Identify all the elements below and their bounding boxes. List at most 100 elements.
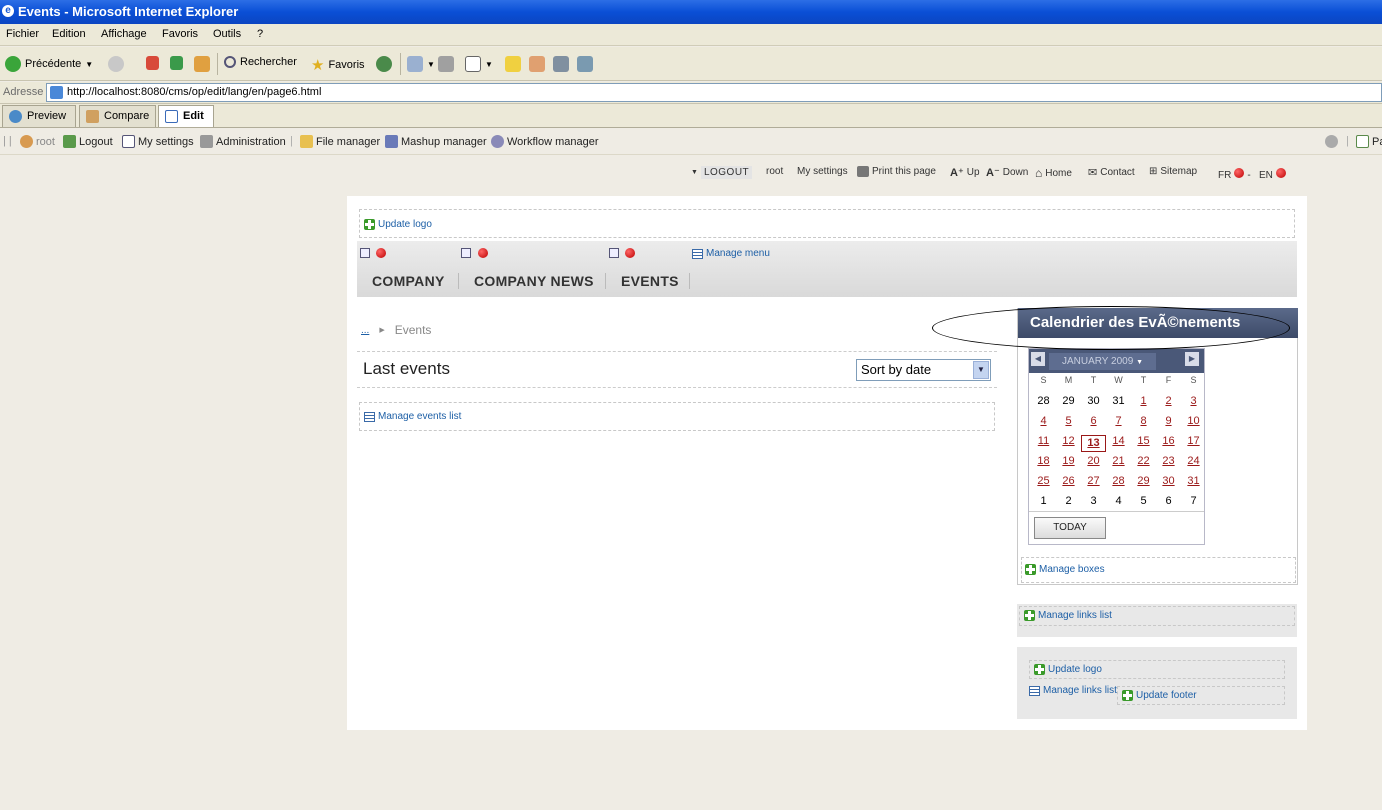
- edit-word-button[interactable]: ▼: [465, 56, 493, 72]
- calendar-day[interactable]: 26: [1056, 475, 1081, 487]
- calendar-day-today[interactable]: 13: [1081, 435, 1106, 452]
- calendar-day[interactable]: 17: [1181, 435, 1206, 447]
- nav-separator: [605, 273, 606, 289]
- calendar-day[interactable]: 5: [1056, 415, 1081, 427]
- next-month-button[interactable]: ▶: [1185, 352, 1199, 366]
- print-button[interactable]: [438, 56, 454, 72]
- update-footer-link[interactable]: Update footer: [1122, 690, 1197, 701]
- edit-icon[interactable]: [360, 248, 370, 258]
- admin-settings-link[interactable]: My settings: [122, 135, 194, 148]
- sort-select[interactable]: Sort by date ▼: [856, 359, 991, 381]
- site-settings-link[interactable]: My settings: [797, 166, 848, 177]
- menu-edition[interactable]: Edition: [52, 28, 86, 40]
- manage-boxes-link[interactable]: Manage boxes: [1025, 564, 1105, 575]
- toolbar-separator: [217, 53, 218, 75]
- admin-workflow-manager-link[interactable]: Workflow manager: [491, 135, 599, 148]
- manage-events-link[interactable]: Manage events list: [364, 411, 461, 422]
- refresh-button[interactable]: [170, 56, 183, 70]
- footer-update-logo-link[interactable]: Update logo: [1034, 664, 1102, 675]
- nav-company-news[interactable]: COMPANY NEWS: [474, 273, 594, 289]
- menu-affichage[interactable]: Affichage: [101, 28, 147, 40]
- month-select[interactable]: JANUARY 2009 ▼: [1049, 353, 1156, 370]
- stop-button[interactable]: [146, 56, 159, 70]
- calendar-day[interactable]: 11: [1031, 435, 1056, 447]
- menu-outils[interactable]: Outils: [213, 28, 241, 40]
- footer-manage-links-link[interactable]: Manage links list: [1029, 685, 1117, 696]
- menu-help[interactable]: ?: [257, 28, 263, 40]
- font-up-link[interactable]: A⁺ Up: [950, 166, 980, 179]
- home-link[interactable]: ⌂ Home: [1035, 166, 1072, 180]
- calendar-day[interactable]: 30: [1156, 475, 1181, 487]
- menu-favoris[interactable]: Favoris: [162, 28, 198, 40]
- home-button[interactable]: [194, 56, 210, 72]
- site-logout-link[interactable]: ▼ LOGOUT: [691, 166, 753, 179]
- edit-icon[interactable]: [609, 248, 619, 258]
- calendar-dow: T: [1090, 375, 1097, 385]
- calendar-day[interactable]: 6: [1081, 415, 1106, 427]
- calendar-day: 4: [1115, 495, 1122, 507]
- calendar-day[interactable]: 2: [1156, 395, 1181, 407]
- research-button[interactable]: [553, 56, 569, 72]
- history-button[interactable]: [376, 56, 392, 72]
- forward-button[interactable]: [108, 56, 124, 72]
- breadcrumb-root-link[interactable]: ...: [361, 325, 369, 336]
- menu-fichier[interactable]: Fichier: [6, 28, 39, 40]
- extra-button[interactable]: [577, 56, 593, 72]
- logo-area: Update logo: [359, 209, 1295, 238]
- admin-administration-link[interactable]: Administration: [200, 135, 286, 148]
- calendar-day[interactable]: 20: [1081, 455, 1106, 467]
- notes-button[interactable]: [505, 56, 521, 72]
- favorites-button[interactable]: ★ Favoris: [311, 56, 365, 74]
- contact-link[interactable]: ✉ Contact: [1088, 166, 1135, 179]
- calendar-day[interactable]: 4: [1031, 415, 1056, 427]
- lang-fr-link[interactable]: FR -: [1218, 167, 1251, 181]
- calendar-day[interactable]: 25: [1031, 475, 1056, 487]
- calendar-day[interactable]: 29: [1131, 475, 1156, 487]
- admin-right-link[interactable]: Pa: [1356, 135, 1382, 148]
- calendar-day[interactable]: 7: [1106, 415, 1131, 427]
- print-page-link[interactable]: Print this page: [857, 166, 936, 177]
- events-list-area: Manage events list: [359, 402, 995, 431]
- calendar-day[interactable]: 16: [1156, 435, 1181, 447]
- update-logo-link[interactable]: Update logo: [364, 219, 432, 230]
- calendar-day[interactable]: 19: [1056, 455, 1081, 467]
- calendar-day[interactable]: 3: [1181, 395, 1206, 407]
- admin-logout-link[interactable]: Logout: [63, 135, 113, 148]
- sitemap-link[interactable]: ⊞ Sitemap: [1149, 166, 1197, 177]
- nav-company[interactable]: COMPANY: [372, 273, 445, 289]
- calendar-day[interactable]: 15: [1131, 435, 1156, 447]
- calendar-day[interactable]: 31: [1181, 475, 1206, 487]
- calendar-day[interactable]: 22: [1131, 455, 1156, 467]
- admin-mashup-manager-link[interactable]: Mashup manager: [385, 135, 487, 148]
- tab-preview[interactable]: Preview: [2, 105, 76, 127]
- calendar-day[interactable]: 12: [1056, 435, 1081, 447]
- manage-menu-link[interactable]: Manage menu: [692, 248, 770, 259]
- nav-events[interactable]: EVENTS: [621, 273, 679, 289]
- edit-icon[interactable]: [461, 248, 471, 258]
- calendar-day[interactable]: 27: [1081, 475, 1106, 487]
- calendar-day[interactable]: 24: [1181, 455, 1206, 467]
- calendar-day[interactable]: 14: [1106, 435, 1131, 447]
- calendar-day[interactable]: 1: [1131, 395, 1156, 407]
- manage-links-link[interactable]: Manage links list: [1024, 610, 1112, 621]
- calendar-day[interactable]: 28: [1106, 475, 1131, 487]
- messenger-button[interactable]: [529, 56, 545, 72]
- tab-edit[interactable]: Edit: [158, 105, 214, 127]
- lang-en-link[interactable]: EN: [1259, 167, 1286, 181]
- calendar-day[interactable]: 9: [1156, 415, 1181, 427]
- calendar-day[interactable]: 23: [1156, 455, 1181, 467]
- prev-month-button[interactable]: ◀: [1031, 352, 1045, 366]
- calendar-day[interactable]: 21: [1106, 455, 1131, 467]
- address-input[interactable]: http://localhost:8080/cms/op/edit/lang/e…: [46, 83, 1382, 102]
- font-down-link[interactable]: A⁻ Down: [986, 166, 1028, 179]
- admin-file-manager-link[interactable]: File manager: [300, 135, 380, 148]
- mail-button[interactable]: ▼: [407, 56, 435, 72]
- admin-refresh-button[interactable]: [1325, 135, 1338, 148]
- today-button[interactable]: TODAY: [1034, 517, 1106, 539]
- calendar-day[interactable]: 18: [1031, 455, 1056, 467]
- tab-compare[interactable]: Compare: [79, 105, 156, 127]
- search-button[interactable]: Rechercher: [224, 56, 297, 68]
- back-button[interactable]: Précédente ▼: [5, 56, 93, 72]
- calendar-day[interactable]: 8: [1131, 415, 1156, 427]
- calendar-day[interactable]: 10: [1181, 415, 1206, 427]
